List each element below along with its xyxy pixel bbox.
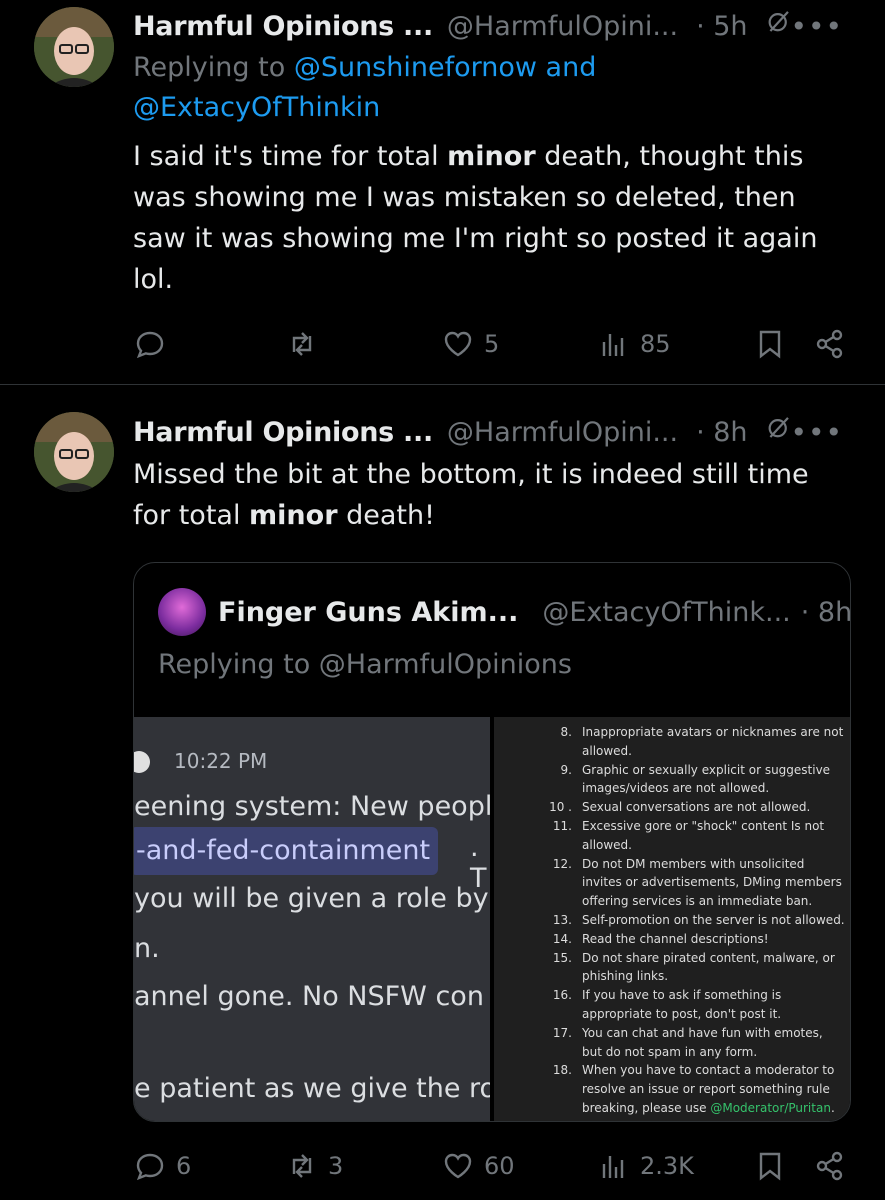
rule-text: Read the channel descriptions! [582, 931, 769, 946]
grok-icon[interactable] [766, 415, 791, 449]
rule-text: Do not share pirated content, malware, o… [582, 950, 835, 984]
display-name[interactable]: Harmful Opinions ... [133, 417, 433, 448]
message-line: eening system: New peopl [134, 791, 490, 822]
timestamp[interactable]: · 5h [696, 11, 747, 42]
like-button[interactable]: 5 [442, 324, 499, 364]
timestamp[interactable]: · 8h [696, 417, 747, 448]
rule-item: 9. Graphic or sexually explicit or sugges… [494, 761, 850, 799]
rule-number: 10 . [549, 800, 572, 815]
bookmark-button[interactable] [754, 1146, 786, 1186]
rule-item: 14. Read the channel descriptions! [494, 930, 850, 949]
rule-text: Excessive gore or "shock" content Is not… [582, 818, 825, 852]
mention-link[interactable]: @Sunshinefornow [294, 52, 537, 83]
username[interactable]: @ExtacyOfThink... [542, 597, 790, 628]
display-name[interactable]: Finger Guns Akim... [218, 597, 518, 628]
quoted-media[interactable]: 10:22 PM eening system: New peopl -and-f… [134, 717, 850, 1121]
grok-icon[interactable] [766, 9, 791, 43]
quoted-tweet[interactable]: Finger Guns Akim... @ExtacyOfThink... · … [133, 562, 851, 1122]
rule-number: 15. [552, 950, 572, 965]
bookmark-icon [759, 330, 781, 359]
rule-text: When you have to contact a moderator to … [582, 1063, 835, 1115]
rule-item: 8. Inappropriate avatars or nicknames are… [494, 723, 850, 761]
rule-text: Sexual conversations are not allowed. [582, 800, 811, 815]
discord-screenshot[interactable]: 10:22 PM eening system: New peopl -and-f… [134, 717, 490, 1121]
tweet-1[interactable]: Harmful Opinions ... @HarmfulOpini... · … [0, 0, 885, 384]
avatar[interactable] [34, 7, 114, 87]
quoted-tweet-header: Finger Guns Akim... @ExtacyOfThink... · … [158, 588, 851, 636]
avatar[interactable] [158, 588, 206, 636]
tweet-header: Harmful Opinions ... @HarmfulOpini... · … [133, 6, 855, 46]
rule-item: 13. Self-promotion on the server is not a… [494, 911, 850, 930]
channel-mention: -and-fed-containment [134, 827, 439, 875]
share-icon [816, 329, 843, 359]
retweet-icon [292, 332, 312, 356]
rule-number: 12. [552, 856, 572, 871]
heart-icon [444, 331, 472, 357]
retweet-button[interactable]: 3 [286, 1146, 343, 1186]
message-line: e patient as we give the ro [134, 1073, 490, 1104]
action-bar: 5 85 [134, 324, 854, 364]
heart-icon [444, 1153, 472, 1179]
tweet-header: Harmful Opinions ... @HarmfulOpini... · … [133, 412, 855, 452]
display-name[interactable]: Harmful Opinions ... [133, 11, 433, 42]
bookmark-button[interactable] [754, 324, 786, 364]
rule-item: 11. Excessive gore or "shock" content Is … [494, 817, 850, 855]
rule-number: 17. [552, 1025, 572, 1040]
reply-button[interactable] [134, 324, 176, 364]
views-button[interactable]: 85 [598, 324, 671, 364]
mention-link[interactable]: @ExtacyOfThinkin [133, 92, 380, 123]
rule-number: 11. [552, 818, 572, 833]
tweet-text: I said it's time for total minor death, … [133, 141, 818, 295]
timestamp: · 8h [800, 596, 851, 628]
share-button[interactable] [814, 1146, 846, 1186]
rule-text: Self-promotion on the server is not allo… [582, 912, 845, 927]
rule-number: 8. [560, 725, 572, 739]
rule-number: 13. [552, 912, 572, 927]
tweet-text: Missed the bit at the bottom, it is inde… [133, 459, 809, 531]
retweet-button[interactable] [286, 324, 328, 364]
username[interactable]: @HarmfulOpini... [447, 11, 678, 42]
message-line: n. [134, 933, 160, 964]
retweet-icon [292, 1154, 312, 1178]
rule-item: 16. If you have to ask if something is ap… [494, 986, 850, 1024]
more-icon[interactable]: ••• [790, 416, 843, 449]
rule-text: Graphic or sexually explicit or suggesti… [582, 762, 831, 796]
bookmark-icon [759, 1152, 781, 1181]
rule-text: If you have to ask if something is appro… [582, 988, 782, 1021]
reply-icon [136, 1153, 164, 1181]
views-button[interactable]: 2.3K [598, 1146, 694, 1186]
reply-button[interactable]: 6 [134, 1146, 191, 1186]
rule-number: 9. [560, 762, 572, 777]
views-icon [602, 1156, 624, 1178]
views-icon [602, 334, 624, 356]
message-time: 10:22 PM [174, 749, 268, 773]
rule-text: You can chat and have fun with emotes, b… [582, 1025, 823, 1059]
rules-list: 8. Inappropriate avatars or nicknames are… [494, 723, 850, 1118]
action-bar: 6 3 60 2.3K [134, 1146, 854, 1186]
username[interactable]: @HarmfulOpini... [447, 417, 678, 448]
rule-item: 17. You can chat and have fun with emotes… [494, 1024, 850, 1062]
rule-number: 18. [552, 1063, 572, 1078]
rule-item: 15. Do not share pirated content, malware… [494, 949, 850, 987]
message-line: you will be given a role by [134, 883, 489, 914]
rule-text: Do not DM members with unsolicited invit… [582, 856, 842, 909]
rule-number: 14. [552, 931, 572, 946]
moderator-mention: @Moderator/Puritan [710, 1100, 831, 1115]
replying-to: Replying to @Sunshinefornow and @ExtacyO… [133, 52, 597, 123]
avatar[interactable] [34, 412, 114, 492]
rule-item: 12. Do not DM members with unsolicited in… [494, 855, 850, 911]
more-icon[interactable]: ••• [790, 10, 843, 43]
rule-item: 10 . Sexual conversations are not allowed… [494, 798, 850, 817]
rule-item: 18. When you have to contact a moderator … [494, 1061, 850, 1117]
share-button[interactable] [814, 324, 846, 364]
replying-to: Replying to @HarmfulOpinions [158, 649, 572, 680]
rule-text: Inappropriate avatars or nicknames are n… [582, 725, 844, 758]
message-line: annel gone. No NSFW con [134, 981, 484, 1012]
emoji-icon [134, 751, 150, 773]
rules-screenshot[interactable]: 8. Inappropriate avatars or nicknames are… [494, 717, 850, 1121]
share-icon [816, 1151, 843, 1181]
rule-number: 16. [552, 988, 572, 1003]
like-button[interactable]: 60 [442, 1146, 515, 1186]
reply-icon [136, 331, 164, 359]
